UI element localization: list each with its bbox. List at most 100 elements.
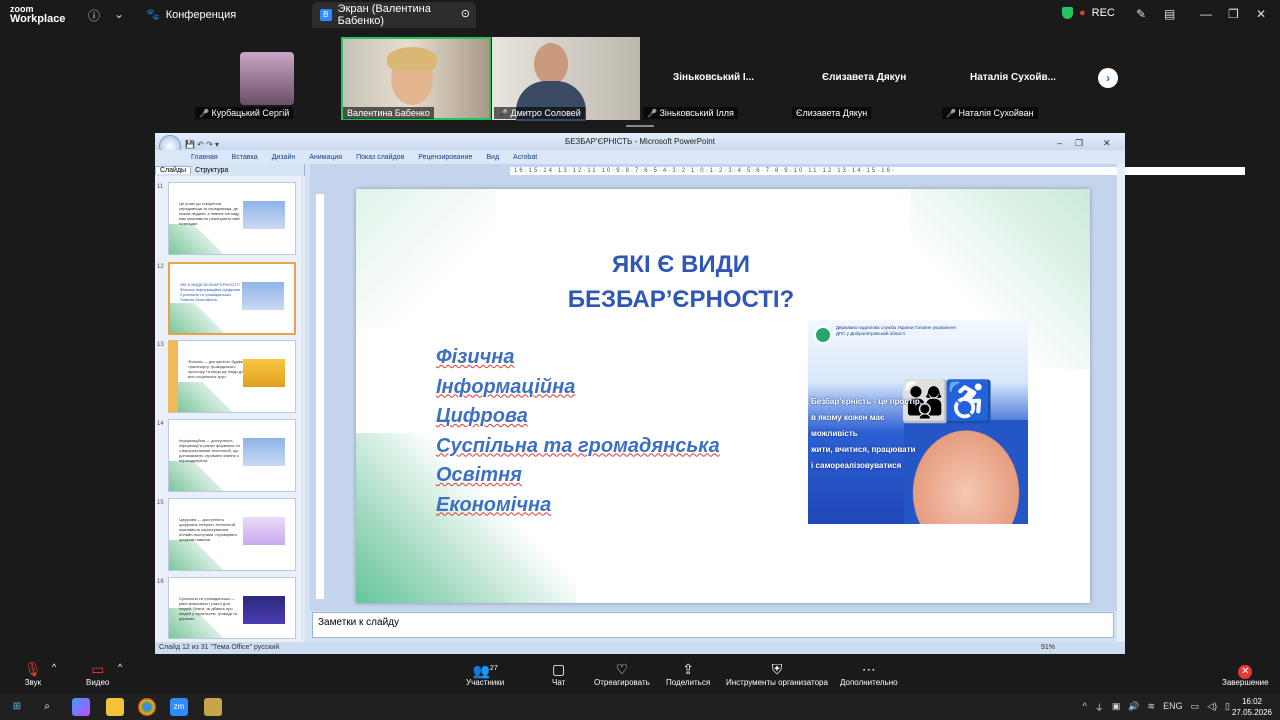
shield-icon <box>1062 7 1073 19</box>
slide-thumbnail[interactable]: Інформаційна — доступність інформації в … <box>168 419 296 492</box>
vertical-ruler <box>316 194 324 599</box>
more-button[interactable]: ⋯ Дополнительно <box>840 660 898 687</box>
share-screen-icon: B <box>320 9 332 21</box>
language-indicator: ENG <box>1163 701 1183 711</box>
tab-design[interactable]: Дизайн <box>272 154 296 161</box>
more-icon[interactable]: ⊙ <box>461 7 470 20</box>
thumb-image <box>243 517 285 545</box>
mic-muted-icon: 🎙 <box>24 661 42 677</box>
system-tray[interactable]: ^ ⏚ ▣ 🔊 ≋ ENG ▭ ◁) ▯ <box>1083 701 1230 714</box>
tab-acrobat[interactable]: Acrobat <box>513 154 537 161</box>
slide-number: 14 <box>157 421 164 427</box>
participant-name: 🎤 Наталія Сухойван <box>942 107 1038 119</box>
clock[interactable]: 16:02 27.05.2026 <box>1232 696 1272 718</box>
tab-slides[interactable]: Слайды <box>155 166 192 174</box>
zoom-icon[interactable]: zm <box>170 698 188 716</box>
slide-title[interactable]: ЯКІ Є ВИДИ БЕЗБАР’ЄРНОСТІ? <box>466 247 896 317</box>
bullet-item: Освітня <box>436 464 522 486</box>
app-icon[interactable] <box>204 698 222 716</box>
host-tools-button[interactable]: ⛨ Инструменты организатора <box>726 660 828 687</box>
participant-name: Валентина Бабенко <box>343 107 434 119</box>
tab-slideshow[interactable]: Показ слайдов <box>356 154 404 161</box>
bullet-item: Цифрова <box>436 405 528 427</box>
tab-review[interactable]: Рецензирование <box>418 154 472 161</box>
whiteboard-icon[interactable]: ▤ <box>1164 7 1175 21</box>
annotate-icon[interactable]: ✎ <box>1136 7 1146 21</box>
file-explorer-icon[interactable] <box>106 698 124 716</box>
restore-icon[interactable]: ❐ <box>1228 7 1239 21</box>
participant-strip: 🎤 Курбацький Сергій Валентина Бабенко 🎤 … <box>0 30 1280 127</box>
participant-name: 🎤 Дмитро Соловей <box>494 107 585 119</box>
chat-button[interactable]: ▢ Чат <box>552 660 565 687</box>
info-icon[interactable]: ⓘ <box>88 7 100 24</box>
slide-thumbnail[interactable]: Це шлях до створення середовища та серед… <box>168 182 296 255</box>
slide-number: 12 <box>157 264 164 270</box>
mute-button[interactable]: 🎙 Звук <box>24 660 42 687</box>
bullet-item: Інформаційна <box>436 375 576 398</box>
end-icon: ✕ <box>1238 665 1253 679</box>
zoom-title-bar: zoom Workplace ⓘ ⌄ 🐾 Конференция B Экран… <box>0 0 1280 30</box>
slide-thumbnail[interactable]: Цифрова — доступність цифрових інтернет-… <box>168 498 296 571</box>
bullet-item: Суспільна та громадянська <box>436 434 720 457</box>
chevron-up-icon[interactable]: ^ <box>118 662 122 672</box>
current-slide[interactable]: ЯКІ Є ВИДИ БЕЗБАР’ЄРНОСТІ? Фізична Інфор… <box>356 189 1090 603</box>
pane-scrollbar[interactable] <box>301 176 305 642</box>
windows-start-icon[interactable]: ⊞ <box>8 698 26 716</box>
recording-indicator[interactable]: ● REC <box>1062 7 1115 19</box>
chevron-down-icon[interactable]: ⌄ <box>114 7 124 21</box>
slide-thumbnail-selected[interactable]: ЯКІ Є ВИДИ БЕЗБАР'ЄРНОСТІ? Фізична Інфор… <box>168 262 296 335</box>
slide-thumbnail[interactable]: Суспільна та громадянська — рівні можлив… <box>168 577 296 639</box>
shield-icon: ⛨ <box>771 661 783 677</box>
copilot-icon[interactable] <box>72 698 90 716</box>
slides-pane: Слайды Структура 11 Це шлях до створення… <box>155 164 305 642</box>
volume-icon: 🔊 <box>1128 701 1140 711</box>
notes-field[interactable]: Заметки к слайду <box>312 612 1114 638</box>
screen-share-tab[interactable]: B Экран (Валентина Бабенко) ⊙ <box>312 2 476 28</box>
thumb-image <box>243 596 285 624</box>
slide-thumbnail[interactable]: Фізична — доступність будівель, транспор… <box>168 340 296 413</box>
canvas-scrollbar[interactable] <box>1117 164 1125 642</box>
react-button[interactable]: ♡ Отреагировать <box>594 660 650 687</box>
banner-text: Безбар’єрність - це простір, в якому кож… <box>811 397 923 470</box>
drag-handle[interactable] <box>626 125 654 127</box>
slide-bullet-list[interactable]: Фізична Інформаційна Цифрова Суспільна т… <box>436 343 720 520</box>
horizontal-ruler: ·16·15·14·13·12·11·10·9·8·7·6·5·4·3·2·1·… <box>510 167 1245 175</box>
video-off-icon: ▭ <box>91 661 105 677</box>
slide-number: 11 <box>157 184 164 190</box>
close-icon[interactable]: ✕ <box>1256 7 1266 21</box>
share-button[interactable]: ⇪ Поделиться <box>666 660 710 687</box>
meeting-tab[interactable]: 🐾 Конференция <box>146 8 236 22</box>
tab-home[interactable]: Главная <box>191 154 218 161</box>
slide-banner-image[interactable]: Державна податкова служба України Головн… <box>808 320 1028 524</box>
participants-button[interactable]: 👥27 Участники <box>466 660 504 687</box>
battery-icon: ▯ <box>1225 701 1230 711</box>
powerpoint-window: 💾 ↶ ↷ ▾ БЕЗБАР'ЄРНІСТЬ - Microsoft Power… <box>155 133 1245 654</box>
usb-icon: ⏚ <box>1094 703 1104 713</box>
tax-service-logo <box>814 326 832 344</box>
chevron-up-icon: ^ <box>1082 701 1087 711</box>
participant-name: Єлизавета Дякун <box>792 107 872 119</box>
end-button[interactable]: ✕ Завершение <box>1222 660 1269 687</box>
more-icon: ⋯ <box>861 661 876 677</box>
participants-icon: 👥27 <box>472 662 498 679</box>
minimize-icon[interactable]: — <box>1200 7 1212 21</box>
tab-insert[interactable]: Вставка <box>232 154 258 161</box>
participant-heading: Єлизавета Дякун <box>822 72 907 83</box>
avatar[interactable] <box>240 52 294 105</box>
ribbon-tabs: Главная Вставка Дизайн Анимация Показ сл… <box>155 150 1125 164</box>
participant-heading: Наталія Сухойв... <box>970 72 1056 83</box>
tab-animation[interactable]: Анимация <box>309 154 342 161</box>
search-icon[interactable]: ⌕ <box>38 698 56 716</box>
chrome-icon[interactable] <box>138 698 156 716</box>
zoom-level[interactable]: 91% <box>1041 642 1055 654</box>
zoom-logo: zoom Workplace <box>10 4 66 25</box>
tab-view[interactable]: Вид <box>486 154 499 161</box>
volume-icon: ◁) <box>1207 701 1218 711</box>
windows-taskbar: ⊞ ⌕ zm ^ ⏚ ▣ 🔊 ≋ ENG ▭ ◁) ▯ 16:02 27.05.… <box>0 694 1280 720</box>
share-icon: ⇪ <box>682 661 694 677</box>
chevron-up-icon[interactable]: ^ <box>52 662 56 672</box>
next-page-icon[interactable]: › <box>1098 68 1118 88</box>
tab-outline[interactable]: Структура <box>191 167 232 174</box>
bullet-item: Фізична <box>436 346 515 368</box>
video-button[interactable]: ▭ Видео <box>86 660 109 687</box>
